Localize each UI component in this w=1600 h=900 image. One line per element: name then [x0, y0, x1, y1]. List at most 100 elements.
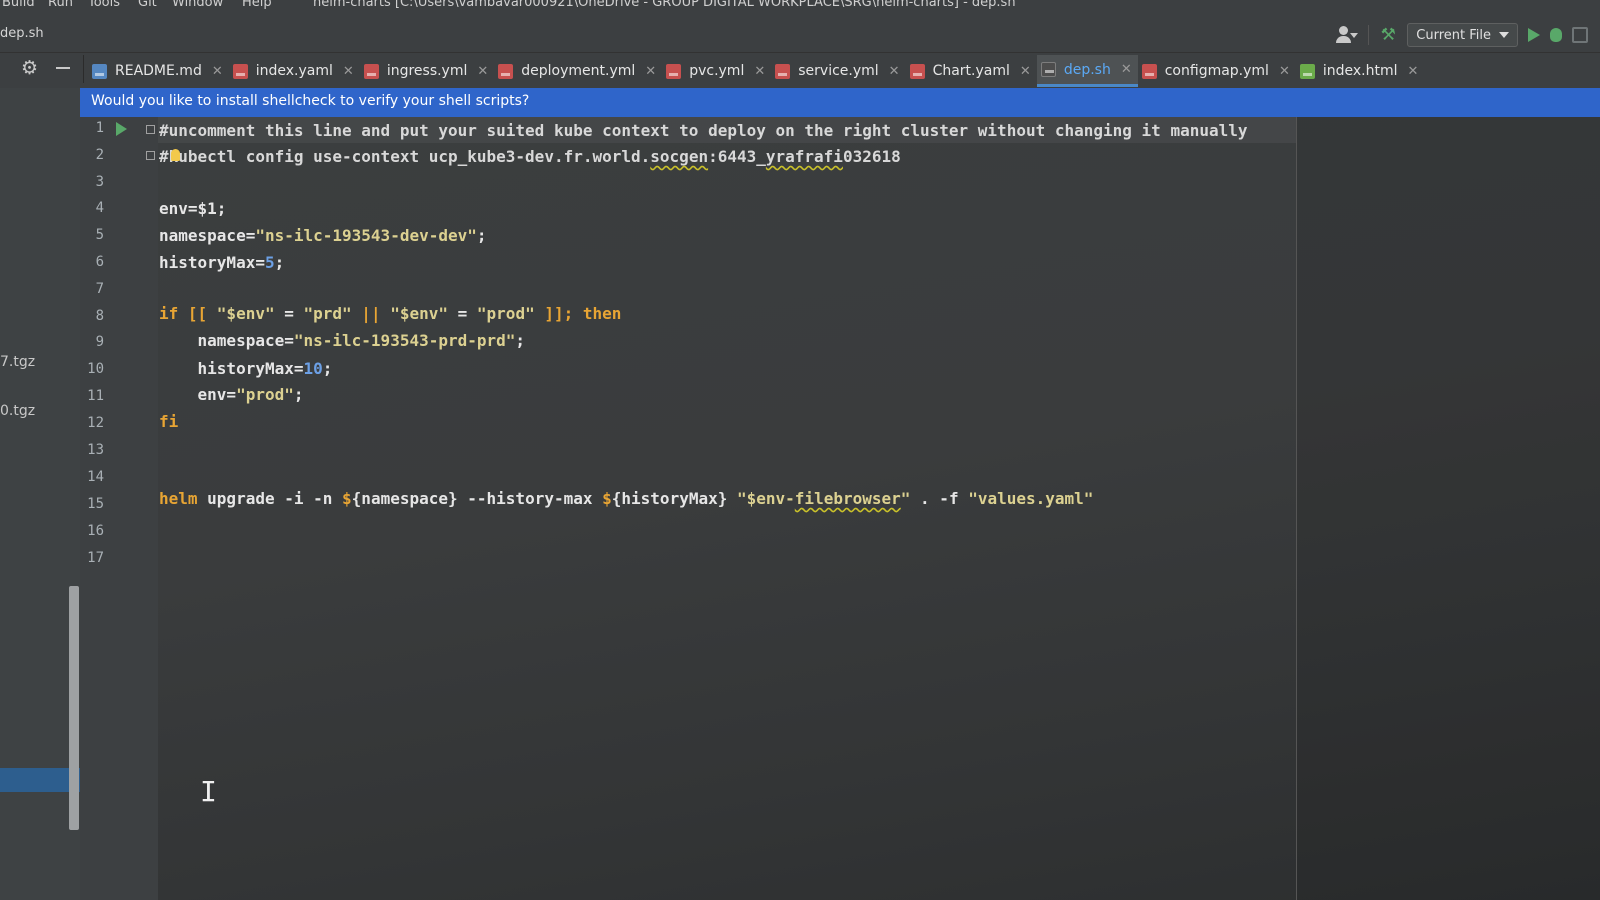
code-comment: :6443_	[708, 147, 766, 166]
code-text: namespace=	[159, 331, 294, 350]
code-keyword: ||	[351, 304, 391, 323]
tab-label: index.html	[1322, 63, 1398, 79]
code-line-5[interactable]: namespace="ns-ilc-193543-dev-dev";	[159, 222, 487, 249]
code-variable: $	[602, 489, 612, 508]
line-number: 5	[95, 227, 104, 243]
close-icon[interactable]: ✕	[1408, 64, 1419, 79]
tab-label: service.yml	[798, 63, 879, 79]
code-line-11[interactable]: env="prod";	[159, 381, 304, 408]
tab-label: dep.sh	[1063, 61, 1111, 78]
line-number: 15	[87, 496, 104, 512]
close-icon[interactable]: ✕	[889, 64, 900, 79]
user-icon[interactable]	[1336, 26, 1359, 44]
fold-icon[interactable]	[146, 125, 155, 134]
tab-label: ingress.yml	[386, 63, 468, 79]
tab-index-html[interactable]: index.html ✕	[1296, 55, 1425, 87]
tab-index-yaml[interactable]: index.yaml ✕	[229, 55, 360, 87]
tab-pvc-yml[interactable]: pvc.yml ✕	[662, 55, 771, 87]
run-gutter-icon[interactable]	[116, 122, 127, 136]
code-line-1[interactable]: #uncomment this line and put your suited…	[159, 117, 1248, 144]
code-text: ;	[293, 385, 304, 404]
notification-text: Would you like to install shellcheck to …	[91, 93, 530, 109]
debug-icon[interactable]	[1550, 28, 1562, 42]
tab-chart-yaml[interactable]: Chart.yaml ✕	[906, 55, 1037, 87]
code-text: ;	[322, 359, 333, 378]
close-icon[interactable]: ✕	[477, 64, 488, 79]
menu-window[interactable]: Window	[172, 0, 223, 10]
close-icon[interactable]: ✕	[1121, 62, 1132, 77]
line-number: 10	[87, 361, 104, 377]
close-icon[interactable]: ✕	[212, 64, 223, 79]
code-line-6[interactable]: historyMax=5;	[159, 249, 284, 276]
menu-build[interactable]: Build	[2, 0, 35, 10]
text-cursor-icon: I	[200, 775, 217, 808]
project-item[interactable]: 7.tgz	[0, 354, 35, 370]
selected-project-item[interactable]	[0, 768, 80, 792]
code-line-9[interactable]: namespace="ns-ilc-193543-prd-prd";	[159, 327, 526, 354]
menu-tools[interactable]: Tools	[88, 0, 120, 10]
intention-bulb-icon[interactable]	[171, 149, 180, 161]
menu-run[interactable]: Run	[48, 0, 73, 10]
close-icon[interactable]: ✕	[754, 64, 765, 79]
minimize-icon[interactable]	[56, 67, 70, 69]
code-text: upgrade -i -n	[197, 489, 343, 508]
gear-icon[interactable]: ⚙	[21, 57, 38, 79]
line-number: 2	[95, 147, 104, 163]
code-text: namespace=	[159, 226, 256, 245]
code-text: =	[274, 304, 304, 323]
code-line-8[interactable]: if [[ "$env" = "prd" || "$env" = "prod" …	[159, 300, 621, 327]
code-comment: socgen	[650, 147, 709, 166]
code-string: "ns-ilc-193543-dev-dev"	[255, 226, 477, 245]
line-number: 1	[95, 120, 104, 136]
code-text: historyMax=	[159, 253, 265, 272]
hammer-icon[interactable]: ⚒	[1379, 25, 1397, 45]
tab-label: index.yaml	[255, 63, 333, 79]
tab-label: deployment.yml	[521, 63, 636, 79]
menu-git[interactable]: Git	[138, 0, 157, 10]
markdown-file-icon	[92, 63, 107, 79]
code-variable: $	[342, 489, 352, 508]
tab-service-yml[interactable]: service.yml ✕	[771, 55, 905, 87]
code-line-15[interactable]: helm upgrade -i -n ${namespace} --histor…	[159, 485, 1093, 512]
code-text: ;	[274, 253, 285, 272]
run-configuration-select[interactable]: Current File	[1407, 23, 1518, 47]
menu-help[interactable]: Help	[242, 0, 272, 10]
project-panel: 7.tgz 0.tgz	[0, 88, 80, 900]
tab-deployment-yml[interactable]: deployment.yml ✕	[494, 55, 662, 87]
close-icon[interactable]: ✕	[1020, 64, 1031, 79]
code-string: "prod"	[476, 304, 535, 323]
project-item[interactable]: 0.tgz	[0, 403, 35, 419]
yaml-file-icon	[909, 63, 925, 79]
tab-ingress-yml[interactable]: ingress.yml ✕	[360, 55, 494, 87]
tab-configmap-yml[interactable]: configmap.yml ✕	[1138, 55, 1296, 87]
code-line-2[interactable]: #kubectl config use-context ucp_kube3-de…	[159, 143, 901, 170]
tab-readme-md[interactable]: README.md ✕	[88, 55, 229, 87]
code-line-12[interactable]: fi	[159, 408, 178, 435]
line-number: 14	[87, 469, 104, 485]
close-icon[interactable]: ✕	[343, 64, 354, 79]
code-line-10[interactable]: historyMax=10;	[159, 355, 333, 382]
code-comment: 032618	[842, 147, 901, 166]
code-text: historyMax=	[159, 359, 304, 378]
code-keyword: ]]; then	[534, 304, 622, 323]
line-number: 6	[95, 254, 104, 270]
code-comment: #kubectl config use-context ucp_kube3-de…	[159, 147, 651, 166]
shellcheck-notification[interactable]: Would you like to install shellcheck to …	[80, 88, 1600, 117]
close-icon[interactable]: ✕	[1279, 64, 1290, 79]
breadcrumb[interactable]: dep.sh	[0, 26, 44, 41]
coverage-icon[interactable]	[1572, 27, 1588, 43]
html-file-icon	[1299, 63, 1315, 79]
close-icon[interactable]: ✕	[645, 64, 656, 79]
tab-dep-sh[interactable]: dep.sh ✕	[1036, 55, 1138, 87]
code-editor[interactable]: #uncomment this line and put your suited…	[158, 117, 1600, 900]
fold-icon[interactable]	[146, 151, 155, 160]
yaml-file-icon	[666, 63, 682, 79]
editor-tabs: README.md ✕ index.yaml ✕ ingress.yml ✕ depl…	[88, 55, 1424, 87]
chevron-down-icon	[1350, 33, 1359, 38]
run-icon[interactable]	[1528, 28, 1540, 42]
code-line-4[interactable]: env=$1;	[159, 195, 226, 222]
code-string: "$env-	[737, 489, 795, 508]
toolbar: ⚒ Current File	[1336, 23, 1588, 47]
chevron-down-icon	[1499, 32, 1509, 38]
project-scrollbar[interactable]	[69, 586, 79, 830]
